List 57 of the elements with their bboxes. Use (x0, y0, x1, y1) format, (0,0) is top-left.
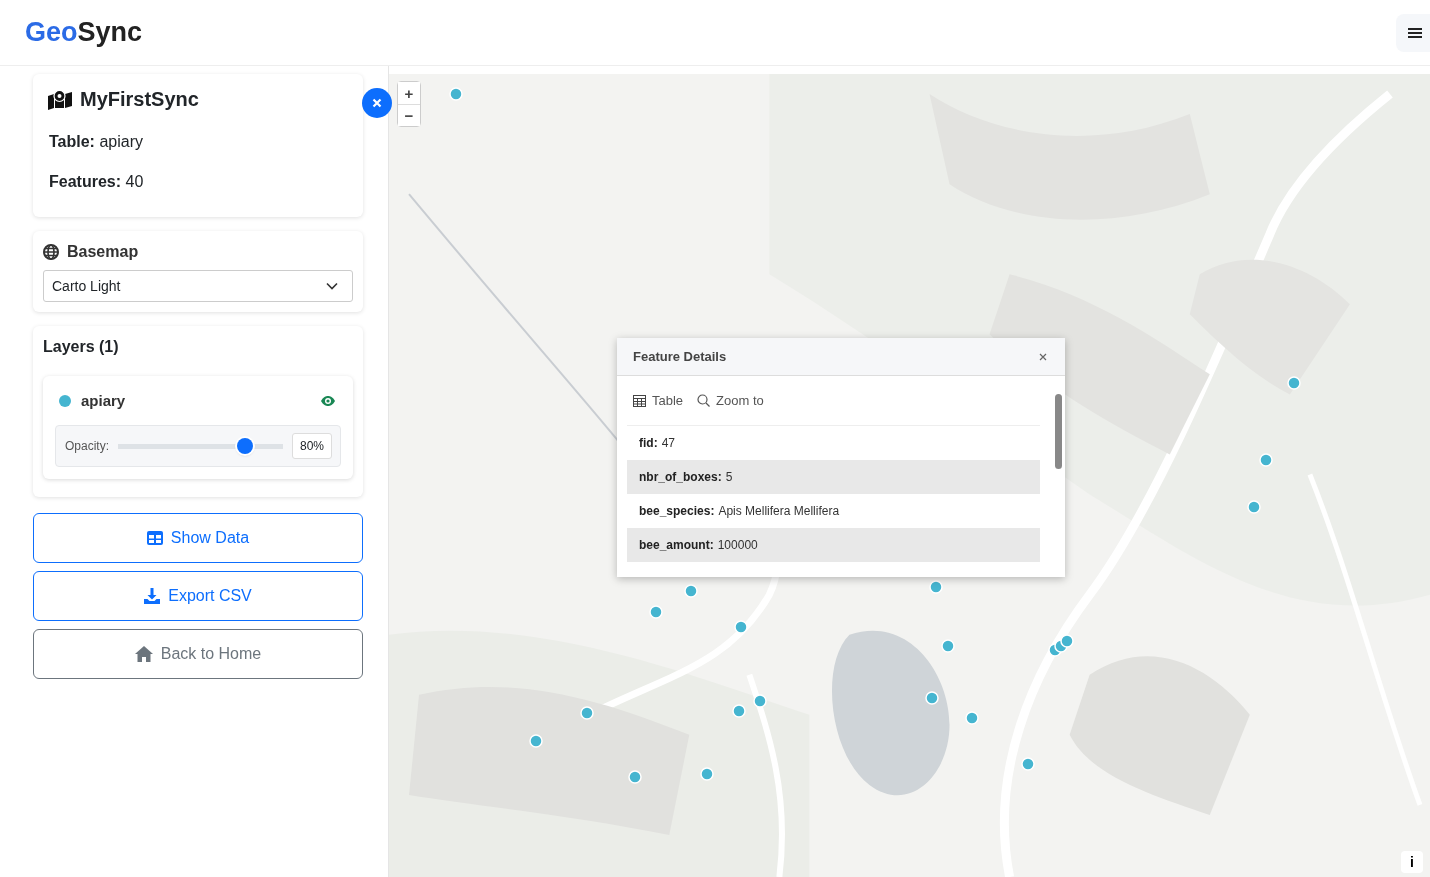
map-marker[interactable] (529, 734, 543, 748)
globe-icon (43, 244, 59, 260)
zoom-out-button[interactable]: − (398, 104, 420, 126)
map-marker[interactable] (1247, 500, 1261, 514)
opacity-value: 80% (291, 433, 332, 459)
attribute-row: bee_amount: 100000 (627, 528, 1040, 562)
map-marker[interactable] (965, 711, 979, 725)
map-marker[interactable] (1021, 757, 1035, 771)
layer-name: apiary (81, 392, 127, 409)
menu-icon (1408, 26, 1422, 39)
map-marker[interactable] (929, 580, 943, 594)
map-marker[interactable] (449, 87, 463, 101)
attribute-row-text: fid: 47 (638, 435, 676, 452)
search-icon (697, 394, 711, 407)
basemap-title: Basemap (67, 243, 139, 261)
map-marker[interactable] (1060, 634, 1074, 648)
eye-icon[interactable] (320, 394, 336, 407)
map-marker[interactable] (580, 706, 594, 720)
slider-thumb[interactable] (237, 438, 253, 454)
map-marker[interactable] (628, 770, 642, 784)
sync-title: MyFirstSync (80, 88, 199, 111)
layers-title: Layers (1) (43, 338, 120, 356)
map-marker[interactable] (649, 605, 663, 619)
map-marker[interactable] (684, 584, 698, 598)
zoom-to-link[interactable]: Zoom to (697, 393, 764, 408)
map-marker[interactable] (700, 767, 714, 781)
info-text: Table: apiary (49, 133, 144, 151)
close-icon (1039, 352, 1047, 361)
close-icon (372, 98, 382, 108)
logo: GeoSync (25, 17, 143, 48)
table-link[interactable]: Table (633, 393, 684, 408)
map-marker[interactable] (1259, 453, 1273, 467)
popup-title: Feature Details (633, 349, 727, 364)
map-marker[interactable] (925, 691, 939, 705)
close-sidebar-button[interactable] (362, 88, 392, 118)
download-icon (144, 588, 161, 604)
map[interactable]: + − i Feature Details Table Zoom to fid: 47 nbr_of_boxes: 5 bee_species: Apis Mellifera Mellifera bee_amount: 100000 (389, 74, 1430, 877)
chevron-down-icon (326, 282, 338, 290)
map-marker[interactable] (753, 694, 767, 708)
map-pin-icon (48, 89, 72, 110)
map-marker[interactable] (941, 639, 955, 653)
home-icon (134, 646, 153, 662)
home-button[interactable]: Back to Home (33, 629, 363, 679)
map-marker[interactable] (1287, 376, 1301, 390)
info-text: Features: 40 (49, 173, 145, 191)
table-icon (633, 394, 646, 407)
menu-button[interactable] (1396, 13, 1430, 52)
opacity-label: Opacity: (65, 439, 109, 453)
attribute-row: nbr_of_boxes: 5 (627, 460, 1040, 494)
export-csv-button[interactable]: Export CSV (33, 571, 363, 621)
show-data-button[interactable]: Show Data (33, 513, 363, 563)
table-icon (146, 531, 163, 545)
map-marker[interactable] (732, 704, 746, 718)
attribute-row-text: bee_species: Apis Mellifera Mellifera (638, 503, 841, 520)
basemap-select[interactable]: Carto Light (43, 270, 353, 302)
info-button[interactable]: i (1401, 851, 1423, 873)
map-marker[interactable] (734, 620, 748, 634)
